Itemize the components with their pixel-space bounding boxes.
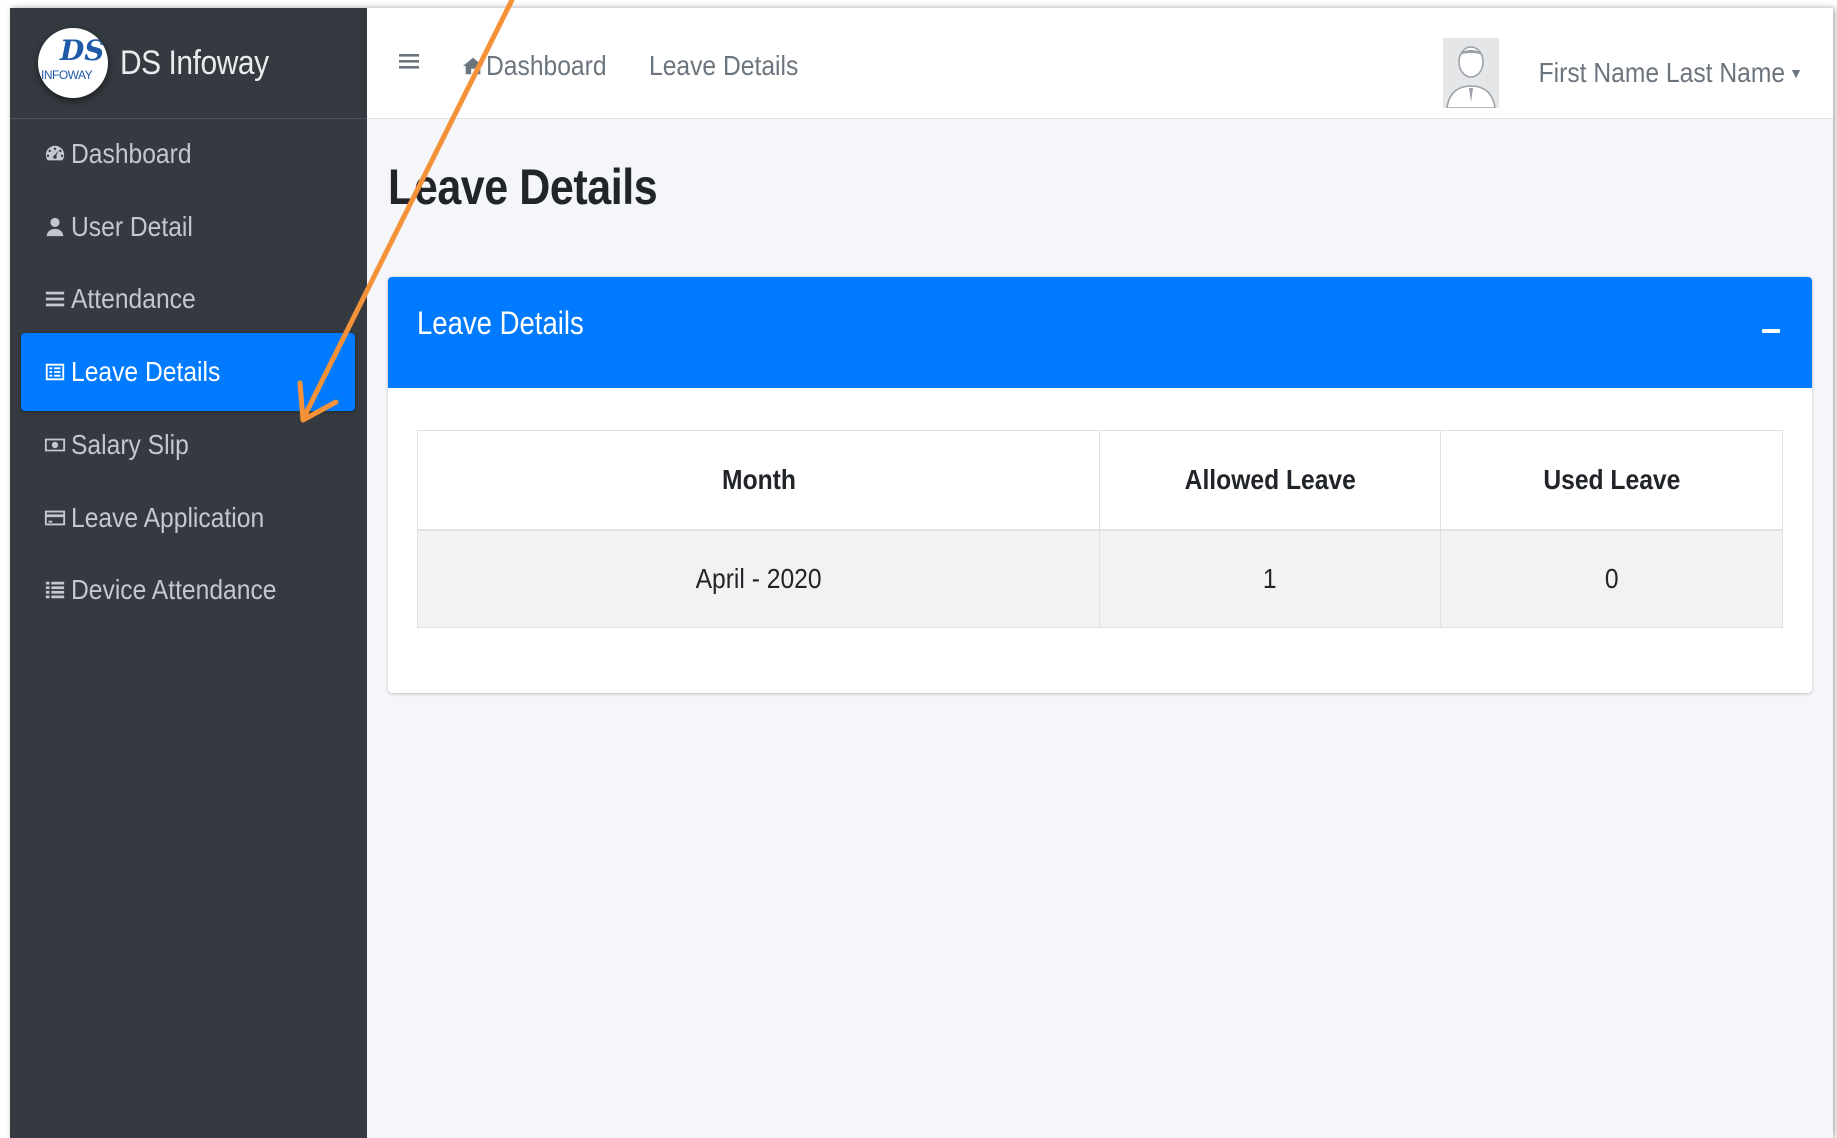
- sidebar: DS INFOWAY DS Infoway Dashboard User Det…: [10, 8, 367, 1138]
- sidebar-item-label: Device Attendance: [71, 574, 277, 605]
- sidebar-item-dashboard[interactable]: Dashboard: [21, 115, 355, 193]
- sidebar-item-leave-details[interactable]: Leave Details: [21, 333, 355, 411]
- sidebar-item-leave-application[interactable]: Leave Application: [21, 479, 355, 557]
- list-icon: [43, 578, 67, 602]
- tachometer-icon: [43, 142, 67, 166]
- top-navbar: Dashboard Leave Details First Name Last …: [367, 8, 1833, 119]
- user-name: First Name Last Name: [1538, 57, 1786, 88]
- cell-allowed-leave: 1: [1099, 529, 1441, 628]
- table-header-row: Month Allowed Leave Used Leave: [417, 430, 1783, 531]
- column-header-month: Month: [417, 430, 1100, 531]
- logo-mark: DS: [60, 34, 105, 67]
- sidebar-item-label: Leave Application: [71, 502, 265, 533]
- cell-month: April - 2020: [417, 529, 1100, 628]
- sidebar-item-salary-slip[interactable]: Salary Slip: [21, 406, 355, 484]
- sidebar-item-label: Leave Details: [71, 356, 221, 387]
- cell-used-leave: 0: [1440, 529, 1783, 628]
- card-header: Leave Details: [388, 277, 1812, 388]
- breadcrumb-current-link[interactable]: Leave Details: [649, 50, 819, 82]
- breadcrumb-home-link[interactable]: Dashboard: [462, 50, 623, 82]
- breadcrumb-current-label: Leave Details: [649, 50, 799, 81]
- leave-details-card: Leave Details Month Allowed Leave Used L…: [388, 277, 1812, 693]
- list-alt-icon: [43, 360, 67, 384]
- leave-table: Month Allowed Leave Used Leave April - 2…: [417, 430, 1783, 628]
- card-title: Leave Details: [417, 305, 584, 341]
- sidebar-item-label: User Detail: [71, 211, 193, 242]
- brand[interactable]: DS INFOWAY DS Infoway: [10, 8, 367, 119]
- avatar: [1443, 38, 1500, 108]
- caret-down-icon: ▼: [1789, 65, 1803, 81]
- sidebar-item-device-attendance[interactable]: Device Attendance: [21, 551, 355, 629]
- logo-subtext: INFOWAY: [41, 68, 93, 82]
- sidebar-item-label: Dashboard: [71, 138, 192, 169]
- user-icon: [43, 215, 67, 239]
- sidebar-item-label: Attendance: [71, 283, 196, 314]
- column-header-used-leave: Used Leave: [1440, 430, 1783, 531]
- sidebar-item-label: Salary Slip: [71, 429, 189, 460]
- user-menu[interactable]: First Name Last Name ▼: [1443, 38, 1803, 108]
- brand-name: DS Infoway: [120, 43, 269, 82]
- credit-card-icon: [43, 506, 67, 530]
- table-row: April - 2020 1 0: [417, 529, 1783, 628]
- home-icon: [462, 57, 484, 75]
- hamburger-icon[interactable]: [397, 46, 421, 76]
- brand-logo: DS INFOWAY: [38, 28, 108, 98]
- money-bill-icon: [43, 433, 67, 457]
- column-header-allowed-leave: Allowed Leave: [1099, 430, 1441, 531]
- app-window: DS INFOWAY DS Infoway Dashboard User Det…: [10, 8, 1833, 1138]
- page-title: Leave Details: [388, 159, 658, 215]
- bars-icon: [43, 287, 67, 311]
- sidebar-item-user-detail[interactable]: User Detail: [21, 188, 355, 266]
- minus-icon[interactable]: [1760, 317, 1782, 341]
- breadcrumb-home-label: Dashboard: [486, 50, 607, 81]
- sidebar-item-attendance[interactable]: Attendance: [21, 260, 355, 338]
